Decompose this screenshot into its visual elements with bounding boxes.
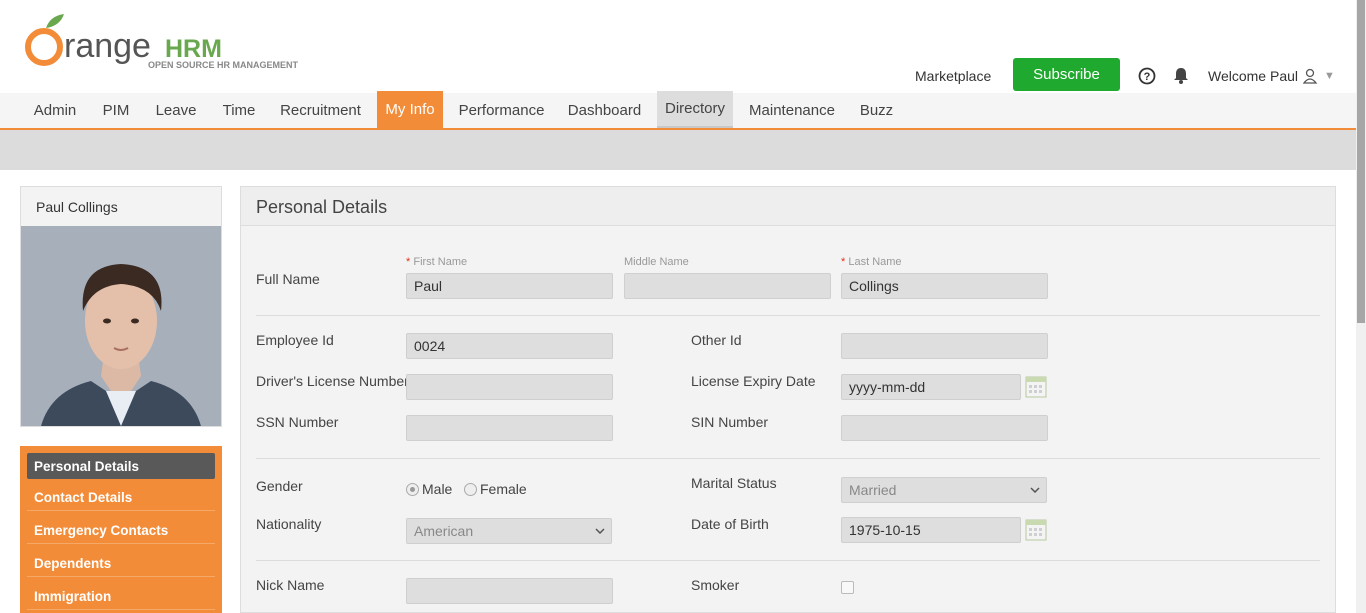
nav-time[interactable]: Time [211, 93, 267, 128]
divider [256, 315, 1320, 316]
main-nav: Admin PIM Leave Time Recruitment My Info… [0, 91, 1356, 130]
help-icon[interactable]: ? [1138, 67, 1156, 85]
other-id-label: Other Id [691, 332, 742, 348]
panel-title: Personal Details [256, 197, 388, 217]
radio-selected-icon [406, 482, 419, 496]
logo-text: range [64, 27, 151, 65]
first-name-label: * First Name [406, 256, 468, 268]
license-expiry-label: License Expiry Date [691, 373, 816, 389]
nick-name-label: Nick Name [256, 577, 325, 593]
profile-card: Paul Collings [20, 186, 222, 427]
marital-status-label: Marital Status [691, 475, 777, 491]
full-name-label: Full Name [256, 271, 320, 287]
nav-leave[interactable]: Leave [142, 93, 210, 128]
orangehrm-logo[interactable]: range HRM OPEN SOURCE HR MANAGEMENT [24, 12, 314, 78]
profile-name: Paul Collings [36, 199, 118, 215]
personal-details-panel: Personal Details Full Name * First Name … [240, 186, 1336, 613]
sub-nav-bar [0, 130, 1356, 170]
nav-performance[interactable]: Performance [447, 93, 556, 128]
side-item-contact-details[interactable]: Contact Details [27, 485, 215, 511]
dob-label: Date of Birth [691, 516, 769, 532]
other-id-input[interactable] [841, 333, 1048, 359]
user-icon [1302, 68, 1318, 84]
employee-id-input[interactable]: 0024 [406, 333, 613, 359]
side-item-personal-details[interactable]: Personal Details [27, 453, 215, 479]
radio-unselected-icon [464, 482, 477, 496]
required-mark: * [406, 256, 411, 268]
subscribe-button[interactable]: Subscribe [1013, 58, 1120, 91]
smoker-label: Smoker [691, 577, 740, 593]
bell-icon[interactable] [1172, 66, 1190, 85]
nav-recruitment[interactable]: Recruitment [268, 93, 373, 128]
gender-label: Gender [256, 478, 303, 494]
nav-buzz[interactable]: Buzz [849, 93, 904, 128]
last-name-input[interactable]: Collings [841, 273, 1048, 299]
license-input[interactable] [406, 374, 613, 400]
nav-admin[interactable]: Admin [20, 93, 90, 128]
nationality-label: Nationality [256, 516, 322, 532]
dob-input[interactable]: 1975-10-15 [841, 517, 1021, 543]
sin-input[interactable] [841, 415, 1048, 441]
side-item-emergency-contacts[interactable]: Emergency Contacts [27, 518, 215, 544]
logo-hrm: HRM [165, 35, 222, 63]
gender-female-radio[interactable]: Female [464, 481, 527, 497]
nav-dashboard[interactable]: Dashboard [557, 93, 652, 128]
scrollbar-thumb[interactable] [1357, 0, 1365, 323]
welcome-text: Welcome Paul [1208, 68, 1299, 84]
smoker-checkbox[interactable] [841, 581, 854, 594]
middle-name-input[interactable] [624, 273, 831, 299]
marital-status-select[interactable]: Married [841, 477, 1047, 503]
marketplace-link[interactable]: Marketplace [915, 68, 991, 84]
sin-label: SIN Number [691, 414, 769, 430]
chevron-down-icon [1030, 487, 1040, 493]
license-label: Driver's License Number [256, 373, 409, 389]
divider [256, 458, 1320, 459]
divider [256, 560, 1320, 561]
profile-photo[interactable] [21, 226, 221, 426]
middle-name-label: Middle Name [624, 256, 689, 268]
svg-text:?: ? [1144, 71, 1151, 83]
ssn-input[interactable] [406, 415, 613, 441]
nav-pim[interactable]: PIM [91, 93, 141, 128]
nav-maintenance[interactable]: Maintenance [737, 93, 847, 128]
nav-my-info[interactable]: My Info [377, 91, 443, 128]
header: range HRM OPEN SOURCE HR MANAGEMENT Mark… [0, 0, 1356, 93]
chevron-down-icon [595, 528, 605, 534]
nick-name-input[interactable] [406, 578, 613, 604]
side-item-immigration[interactable]: Immigration [27, 584, 215, 610]
welcome-menu[interactable]: Welcome Paul ▼ [1208, 68, 1335, 84]
last-name-label: * Last Name [841, 256, 902, 268]
employee-id-label: Employee Id [256, 332, 334, 348]
first-name-input[interactable]: Paul [406, 273, 613, 299]
calendar-icon[interactable] [1025, 374, 1047, 398]
panel-header: Personal Details [241, 187, 1335, 226]
side-menu: Personal Details Contact Details Emergen… [20, 446, 222, 613]
side-item-dependents[interactable]: Dependents [27, 551, 215, 577]
nationality-select[interactable]: American [406, 518, 612, 544]
nav-directory[interactable]: Directory [657, 91, 733, 128]
chevron-down-icon: ▼ [1324, 70, 1335, 82]
gender-male-radio[interactable]: Male [406, 481, 452, 497]
required-mark: * [841, 256, 846, 268]
license-expiry-input[interactable]: yyyy-mm-dd [841, 374, 1021, 400]
logo-tagline: OPEN SOURCE HR MANAGEMENT [148, 60, 299, 70]
ssn-label: SSN Number [256, 414, 339, 430]
calendar-icon[interactable] [1025, 517, 1047, 541]
